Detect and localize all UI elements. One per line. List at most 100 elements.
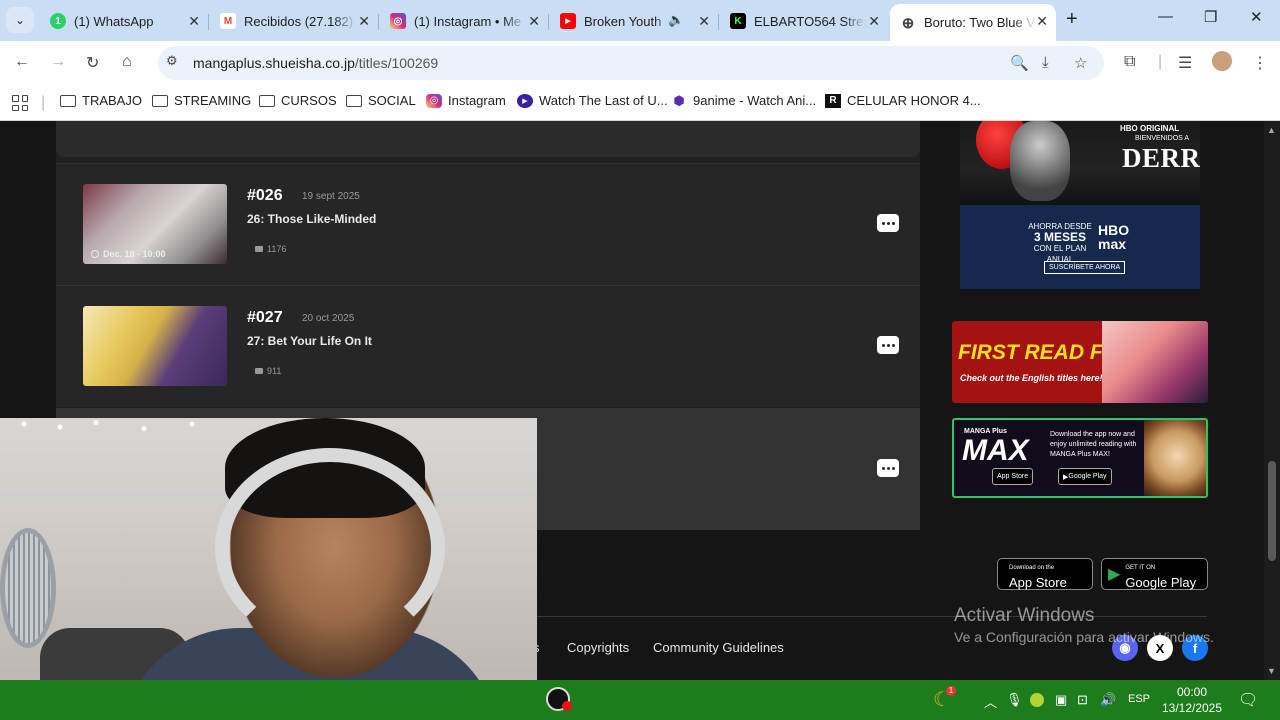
apps-grid-icon[interactable]: [12, 95, 28, 111]
clock-time: 00:00: [1176, 685, 1208, 699]
url-path: /titles/100269: [354, 55, 439, 71]
device-icon[interactable]: ▣: [1055, 692, 1067, 708]
activation-heading: Activar Windows: [954, 605, 1095, 626]
tab-kick[interactable]: K ELBARTO564 Strea ✕: [720, 6, 888, 36]
bookmark-trabajo[interactable]: TRABAJO: [60, 93, 142, 108]
minimize-button[interactable]: —: [1158, 8, 1173, 25]
tab-boruto[interactable]: ⊕ Boruto: Two Blue V ✕: [890, 4, 1056, 41]
ad-artwork: HBO ORIGINAL BIENVENIDOS A DERRY: [960, 121, 1200, 205]
network-icon[interactable]: ⊡: [1077, 692, 1088, 708]
comment-icon: [255, 246, 263, 252]
bookmark-9anime[interactable]: ⬢ 9anime - Watch Ani...: [671, 93, 816, 109]
tab-gmail[interactable]: M Recibidos (27.182) ✕: [210, 6, 379, 36]
profile-avatar[interactable]: [1212, 51, 1232, 71]
back-icon[interactable]: ←: [14, 53, 30, 71]
show-hidden-icons[interactable]: ︿: [984, 692, 997, 711]
bookmark-last-of-us[interactable]: ▶ Watch The Last of U...: [517, 93, 668, 108]
app-store-label: App Store: [1009, 575, 1067, 590]
previous-chapter-row[interactable]: [56, 121, 920, 157]
media-control-icon[interactable]: ☰: [1178, 53, 1192, 73]
reload-icon[interactable]: ↻: [86, 53, 99, 73]
close-window-button[interactable]: ✕: [1250, 8, 1263, 26]
tab-instagram[interactable]: ◎ (1) Instagram • Me ✕: [380, 6, 549, 36]
chapter-title[interactable]: 27: Bet Your Life On It: [247, 334, 372, 348]
tab-whatsapp[interactable]: 1 (1) WhatsApp ✕: [40, 6, 209, 36]
app-store-button[interactable]: Download on the App Store: [997, 558, 1093, 590]
close-icon[interactable]: ✕: [528, 13, 540, 30]
footer-link-copyrights[interactable]: Copyrights: [567, 640, 629, 655]
ad-promo: AHORRA DESDE 3 MESES CON EL PLAN ANUAL HBO…: [960, 205, 1200, 289]
footer-link-community-guidelines[interactable]: Community Guidelines: [653, 640, 784, 655]
derry-title: DERRY: [1122, 143, 1200, 173]
scroll-down-icon[interactable]: ▼: [1267, 666, 1276, 676]
tab-divider: [548, 14, 549, 30]
comments-button[interactable]: [877, 336, 899, 354]
menu-kebab-icon[interactable]: ⋮: [1252, 53, 1268, 73]
new-tab-button[interactable]: +: [1066, 8, 1078, 31]
ad-google-play-badge[interactable]: ▶ Google Play: [1058, 468, 1112, 485]
microphone-icon[interactable]: 🎙: [1006, 692, 1023, 708]
page-scrollbar[interactable]: ▲ ▼: [1264, 121, 1280, 680]
close-icon[interactable]: ✕: [358, 13, 370, 30]
obs-app-icon[interactable]: [546, 687, 572, 711]
address-bar[interactable]: ⚙ mangaplus.shueisha.co.jp/titles/100269…: [158, 46, 1104, 80]
max-description: Download the app now and enjoy unlimited…: [1050, 431, 1137, 458]
tab-youtube[interactable]: ▶ Broken Youth 🔈 ✕: [550, 6, 719, 36]
chapter-title[interactable]: 26: Those Like-Minded: [247, 212, 376, 226]
chapter-thumbnail[interactable]: [83, 306, 227, 386]
bookmarks-bar: | TRABAJO STREAMING CURSOS SOCIAL ◎ Insta…: [0, 85, 1280, 121]
close-icon[interactable]: ✕: [1036, 13, 1048, 30]
url-text[interactable]: mangaplus.shueisha.co.jp/titles/100269: [193, 55, 438, 71]
app-store-small: Download on the: [1009, 565, 1055, 571]
subscribe-cta[interactable]: SUSCRÍBETE AHORA: [1044, 261, 1126, 274]
welcome-label: BIENVENIDOS A: [1135, 135, 1190, 142]
timestamp-text: Dec. 18 - 10:00: [103, 249, 166, 259]
brand-bottom: max: [1098, 236, 1127, 252]
bookmark-label: CELULAR HONOR 4...: [847, 93, 981, 108]
notification-center-icon[interactable]: 🗨: [1238, 690, 1258, 710]
chapter-row-26[interactable]: Dec. 18 - 10:00 #026 19 sept 2025 26: Th…: [56, 163, 920, 285]
restore-button[interactable]: ❐: [1204, 8, 1217, 26]
tab-title: Recibidos (27.182): [244, 13, 354, 29]
clown-image: [1010, 121, 1070, 201]
promo-big: 3 MESES: [1033, 230, 1087, 244]
volume-icon[interactable]: 🔊: [1100, 692, 1116, 708]
speaker-icon[interactable]: 🔈: [668, 12, 684, 28]
first-read-free-ad[interactable]: FIRST READ FREE!! Check out the English …: [952, 321, 1208, 403]
comments-button[interactable]: [877, 459, 899, 477]
hbo-derry-ad[interactable]: HBO ORIGINAL BIENVENIDOS A DERRY AHORRA …: [960, 121, 1200, 289]
windows-activation-watermark: Activar Windows Ve a Configuración para …: [954, 605, 1214, 645]
close-icon[interactable]: ✕: [698, 13, 710, 30]
close-icon[interactable]: ✕: [868, 13, 880, 30]
comments-button[interactable]: [877, 214, 899, 232]
windows-taskbar: ☾ 1 ︿ 🎙 ▣ ⊡ 🔊 ESP 00:00 13/12/2025 🗨: [0, 680, 1280, 720]
system-clock[interactable]: 00:00 13/12/2025: [1160, 684, 1224, 716]
bookmark-cursos[interactable]: CURSOS: [259, 93, 337, 108]
site-info-icon[interactable]: ⚙: [166, 53, 178, 69]
bookmark-star-icon[interactable]: ☆: [1074, 54, 1087, 72]
promo-text: AHORRA DESDE 3 MESES CON EL PLAN ANUAL: [1020, 221, 1100, 265]
bookmark-instagram[interactable]: ◎ Instagram: [426, 93, 506, 108]
notification-badge: 1: [946, 686, 956, 696]
extensions-icon[interactable]: ⧉: [1124, 53, 1135, 71]
comment-count-text: 911: [267, 366, 282, 376]
google-play-button[interactable]: ▶ GET IT ON Google Play: [1101, 558, 1208, 590]
tab-search-button[interactable]: ⌄: [6, 7, 34, 33]
tab-title: (1) WhatsApp: [74, 13, 154, 29]
bookmark-social[interactable]: SOCIAL: [346, 93, 416, 108]
language-indicator[interactable]: ESP: [1128, 693, 1150, 705]
scrollbar-thumb[interactable]: [1268, 461, 1276, 561]
manga-plus-max-ad[interactable]: MANGA Plus MAX Download the app now and …: [952, 418, 1208, 498]
ad-app-store-badge[interactable]: App Store: [992, 468, 1034, 485]
install-app-icon[interactable]: ⤓: [1042, 54, 1049, 71]
home-icon[interactable]: ⌂: [122, 53, 132, 71]
zoom-icon[interactable]: 🔍: [1010, 54, 1029, 72]
app-tray-icon[interactable]: [1030, 693, 1044, 707]
bookmark-celular-honor[interactable]: R CELULAR HONOR 4...: [825, 93, 981, 108]
scroll-up-icon[interactable]: ▲: [1267, 125, 1276, 135]
forward-icon[interactable]: →: [50, 53, 66, 71]
close-icon[interactable]: ✕: [188, 13, 200, 30]
chapter-thumbnail[interactable]: Dec. 18 - 10:00: [83, 184, 227, 264]
bookmark-streaming[interactable]: STREAMING: [152, 93, 251, 108]
chapter-row-27[interactable]: #027 20 oct 2025 27: Bet Your Life On It…: [56, 285, 920, 407]
